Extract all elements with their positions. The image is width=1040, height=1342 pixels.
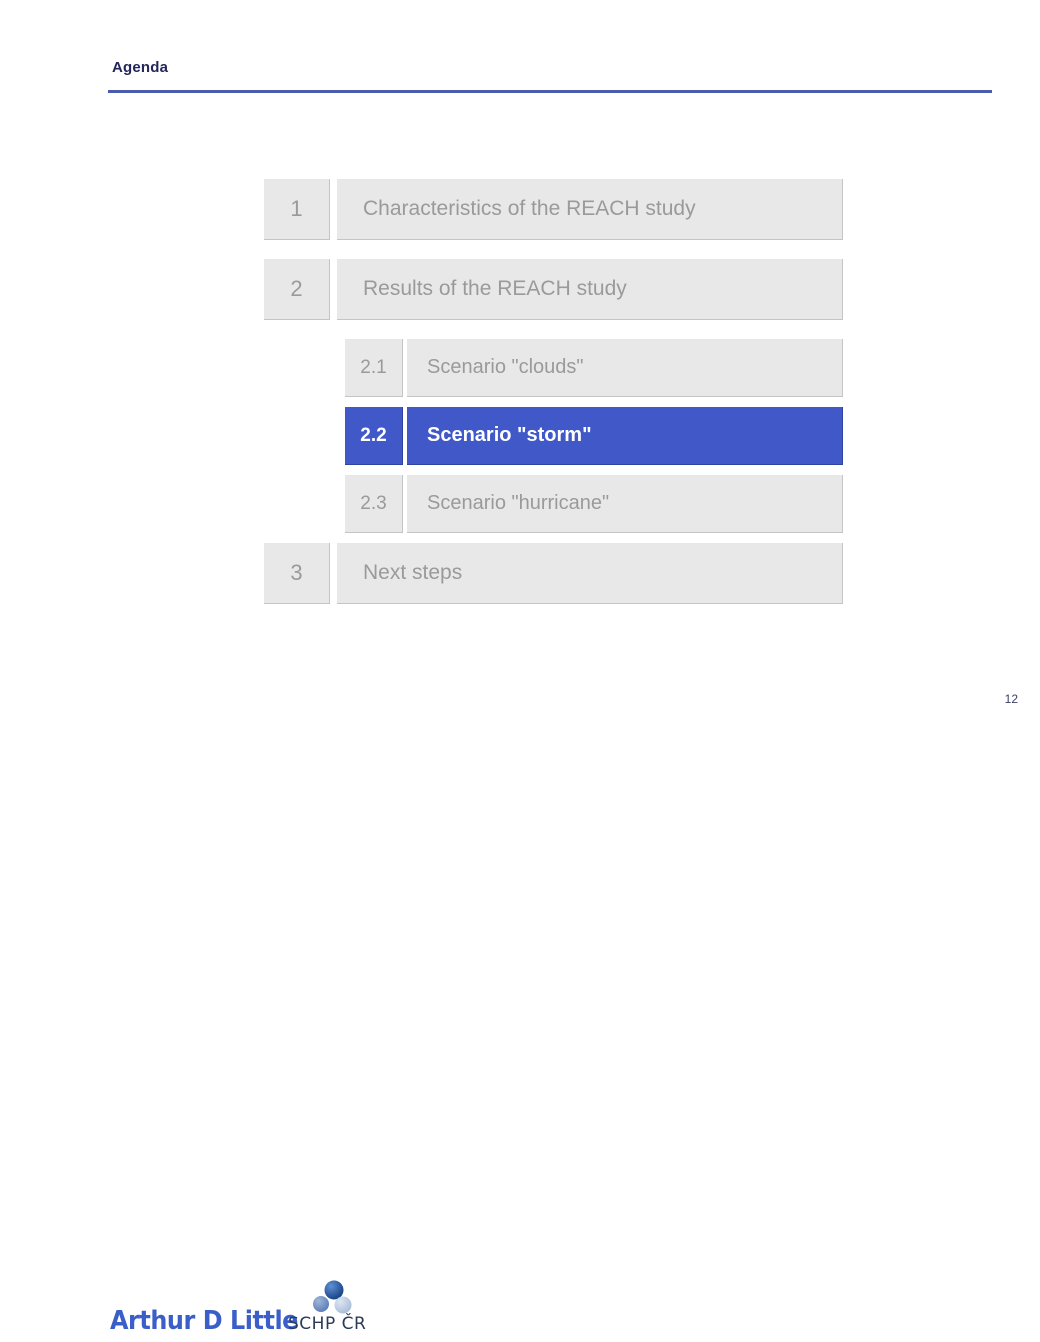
agenda-item-label[interactable]: Results of the REACH study <box>337 259 843 320</box>
page-title: Agenda <box>112 59 169 76</box>
agenda-item-label[interactable]: Characteristics of the REACH study <box>337 179 843 240</box>
agenda-item-label[interactable]: Scenario "storm" <box>407 407 843 465</box>
spheres-icon <box>313 1280 352 1314</box>
agenda-item-label[interactable]: Scenario "hurricane" <box>407 475 843 533</box>
agenda-item-number[interactable]: 2.1 <box>345 339 403 397</box>
agenda-item-number[interactable]: 2 <box>264 259 330 320</box>
agenda-row[interactable]: 2 Results of the REACH study <box>0 259 1040 320</box>
agenda-row[interactable]: 3 Next steps <box>0 543 1040 604</box>
agenda-item-label[interactable]: Scenario "clouds" <box>407 339 843 397</box>
page-number: 12 <box>1004 692 1018 706</box>
agenda-row[interactable]: 1 Characteristics of the REACH study <box>0 179 1040 240</box>
agenda-item-number[interactable]: 2.3 <box>345 475 403 533</box>
schp-cr-label: SCHP ČR <box>288 1314 367 1334</box>
agenda-row[interactable]: 2.3 Scenario "hurricane" <box>0 475 1040 533</box>
agenda-row[interactable]: 2.2 Scenario "storm" <box>0 407 1040 465</box>
arthur-d-little-logo: Arthur D Little <box>110 1306 298 1336</box>
agenda-item-number[interactable]: 1 <box>264 179 330 240</box>
agenda-item-number[interactable]: 3 <box>264 543 330 604</box>
title-divider <box>108 90 992 93</box>
agenda-item-label[interactable]: Next steps <box>337 543 843 604</box>
slide-footer: Arthur D Little SCHP ČR 12 <box>0 630 1040 1336</box>
schp-cr-logo: SCHP ČR <box>288 1280 388 1342</box>
agenda-row[interactable]: 2.1 Scenario "clouds" <box>0 339 1040 397</box>
agenda-list: 1 Characteristics of the REACH study 2 Resu… <box>0 179 1040 623</box>
agenda-item-number[interactable]: 2.2 <box>345 407 403 465</box>
